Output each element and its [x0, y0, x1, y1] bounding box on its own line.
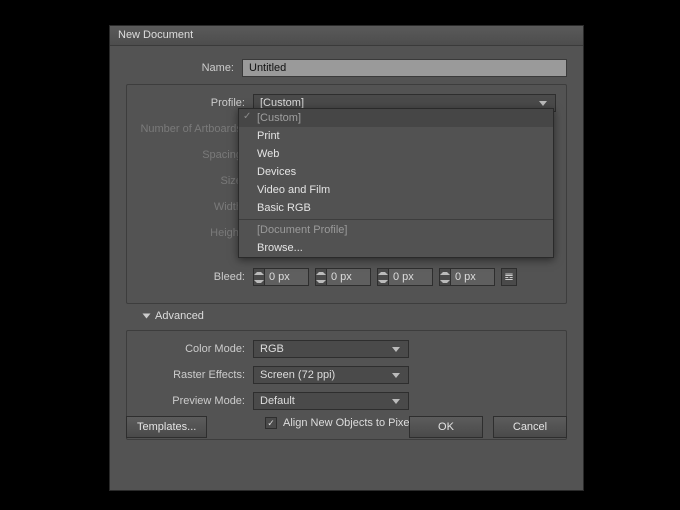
chevron-down-icon	[539, 101, 547, 106]
raster-effects-value: Screen (72 ppi)	[260, 369, 335, 381]
spinner-buttons[interactable]	[315, 268, 327, 286]
spinner-buttons[interactable]	[377, 268, 389, 286]
bleed-right-input[interactable]	[451, 268, 495, 286]
name-label: Name:	[126, 62, 242, 74]
bleed-bottom-spinner[interactable]	[315, 268, 371, 286]
height-label: Height:	[137, 227, 253, 239]
preview-mode-combo[interactable]: Default	[253, 392, 409, 410]
dialog-footer: Templates... OK Cancel	[126, 416, 567, 438]
bleed-right-spinner[interactable]	[439, 268, 495, 286]
link-icon[interactable]: 𝌉	[501, 268, 517, 286]
dialog-titlebar[interactable]: New Document	[110, 26, 583, 46]
raster-effects-label: Raster Effects:	[137, 369, 253, 381]
dropdown-item-devices[interactable]: Devices	[239, 163, 553, 181]
dropdown-item-browse[interactable]: Browse...	[239, 239, 553, 257]
width-label: Width:	[137, 201, 253, 213]
new-document-dialog: New Document Name: Profile: [Custom] Num…	[109, 25, 584, 491]
spinner-buttons[interactable]	[439, 268, 451, 286]
raster-effects-combo[interactable]: Screen (72 ppi)	[253, 366, 409, 384]
templates-button[interactable]: Templates...	[126, 416, 207, 438]
dropdown-item-print[interactable]: Print	[239, 127, 553, 145]
bleed-left-input[interactable]	[389, 268, 433, 286]
color-mode-combo[interactable]: RGB	[253, 340, 409, 358]
dropdown-item-doc-profile[interactable]: [Document Profile]	[239, 219, 553, 239]
preview-mode-label: Preview Mode:	[137, 395, 253, 407]
size-label: Size:	[137, 175, 253, 187]
chevron-down-icon	[392, 399, 400, 404]
dialog-content: Name: Profile: [Custom] Number of Artboa…	[110, 46, 583, 452]
cancel-button[interactable]: Cancel	[493, 416, 567, 438]
bleed-top-spinner[interactable]	[253, 268, 309, 286]
profile-label: Profile:	[137, 97, 253, 109]
dropdown-item-basic-rgb[interactable]: Basic RGB	[239, 199, 553, 217]
color-mode-value: RGB	[260, 343, 284, 355]
spacing-label: Spacing:	[137, 149, 253, 161]
advanced-heading: Advanced	[155, 310, 204, 322]
bleed-label: Bleed:	[137, 271, 253, 283]
dialog-title: New Document	[118, 29, 193, 41]
chevron-down-icon	[392, 347, 400, 352]
name-input[interactable]	[242, 59, 567, 77]
bleed-bottom-input[interactable]	[327, 268, 371, 286]
spinner-buttons[interactable]	[253, 268, 265, 286]
dropdown-item-web[interactable]: Web	[239, 145, 553, 163]
preview-mode-value: Default	[260, 395, 295, 407]
artboards-label: Number of Artboards:	[137, 123, 253, 135]
color-mode-label: Color Mode:	[137, 343, 253, 355]
advanced-disclosure[interactable]: Advanced	[144, 310, 567, 322]
bleed-top-input[interactable]	[265, 268, 309, 286]
dropdown-item-video[interactable]: Video and Film	[239, 181, 553, 199]
dropdown-item-custom[interactable]: [Custom]	[239, 109, 553, 127]
ok-button[interactable]: OK	[409, 416, 483, 438]
chevron-down-icon	[143, 314, 151, 319]
bleed-left-spinner[interactable]	[377, 268, 433, 286]
profile-dropdown-list: [Custom] Print Web Devices Video and Fil…	[238, 108, 554, 258]
chevron-down-icon	[392, 373, 400, 378]
